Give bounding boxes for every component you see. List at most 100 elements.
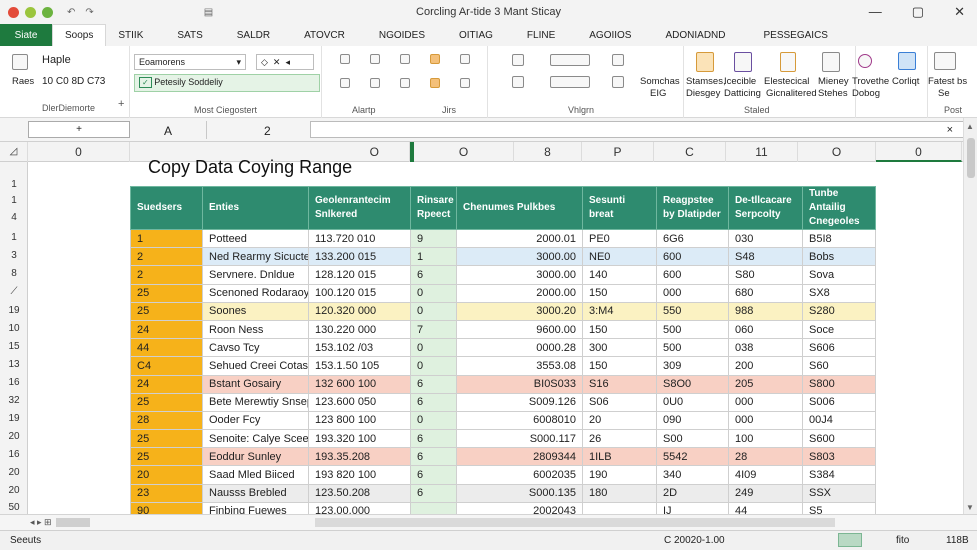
row-header[interactable]: 4	[0, 212, 28, 223]
col-header[interactable]: 8	[514, 142, 582, 162]
increase-decimal-icon[interactable]	[612, 76, 624, 88]
table-cell[interactable]: 20	[582, 410, 657, 431]
table-cell[interactable]: BI0S033	[456, 374, 583, 394]
row-header[interactable]: 50	[0, 502, 28, 513]
table-cell[interactable]: S8O0	[656, 374, 729, 394]
table-header-cell[interactable]: Sesunti breat	[582, 186, 657, 230]
table-cell[interactable]: S48	[728, 247, 803, 267]
align-bottom-icon[interactable]	[400, 54, 410, 64]
table-cell[interactable]: 6	[410, 265, 457, 285]
table-cell[interactable]: Bstant Gosairy	[202, 374, 309, 394]
table-cell[interactable]: 2809344	[456, 447, 583, 467]
table-cell[interactable]: S80	[728, 265, 803, 285]
row-header[interactable]: 32	[0, 395, 28, 406]
table-cell[interactable]: 249	[728, 483, 803, 503]
formula-close-icon[interactable]: ×	[947, 124, 953, 136]
expand-plus-icon[interactable]: +	[118, 98, 124, 110]
table-cell[interactable]: 128.120 015	[308, 265, 411, 285]
table-cell[interactable]: S16	[582, 374, 657, 394]
table-cell[interactable]: 180	[582, 483, 657, 503]
number-format-icon[interactable]	[512, 54, 524, 66]
table-cell[interactable]: 0U0	[656, 392, 729, 412]
font-size-row[interactable]: 10 C0 8D C73	[42, 76, 105, 88]
table-cell[interactable]: 00J4	[802, 410, 876, 431]
table-cell[interactable]: 28	[130, 410, 203, 431]
align-center-icon[interactable]	[370, 78, 380, 88]
table-cell[interactable]: Servnere. Dnldue	[202, 265, 309, 285]
table-header-cell[interactable]: Reagpstee by Dlatipder	[656, 186, 729, 230]
row-header[interactable]: 19	[0, 413, 28, 424]
table-cell[interactable]: Eoddur Sunley	[202, 447, 309, 467]
scroll-up-icon[interactable]: ▲	[966, 122, 974, 131]
align-right-icon[interactable]	[400, 78, 410, 88]
table-header-cell[interactable]: Suedsers	[130, 186, 203, 230]
table-cell[interactable]: 150	[582, 319, 657, 340]
table-cell[interactable]: 6	[410, 392, 457, 412]
row-header[interactable]: 3	[0, 250, 28, 261]
table-cell[interactable]: 4I09	[728, 465, 803, 485]
table-cell[interactable]: 9	[410, 228, 457, 249]
sheet-nav-icon[interactable]: ◂ ▸ ⊞	[30, 517, 52, 528]
table-cell[interactable]: Bete Merewtiy Snsep	[202, 392, 309, 412]
row-header[interactable]: 16	[0, 377, 28, 388]
table-cell[interactable]: 120.320 000	[308, 301, 411, 321]
table-cell[interactable]: 030	[728, 228, 803, 249]
table-cell[interactable]: 123 800 100	[308, 410, 411, 431]
table-cell[interactable]: 193 820 100	[308, 465, 411, 485]
table-cell[interactable]: 0	[410, 410, 457, 431]
table-cell[interactable]: 7	[410, 319, 457, 340]
table-cell[interactable]: 1	[410, 247, 457, 267]
scroll-down-icon[interactable]: ▼	[966, 503, 974, 512]
table-cell[interactable]: 0	[410, 338, 457, 358]
table-cell[interactable]: SX8	[802, 283, 876, 303]
row-header[interactable]: 16	[0, 449, 28, 460]
row-header[interactable]: 20	[0, 467, 28, 478]
scroll-thumb[interactable]	[967, 138, 975, 178]
table-cell[interactable]: 113.720 010	[308, 228, 411, 249]
minimize-icon[interactable]: —	[869, 4, 882, 20]
addins-icon[interactable]	[898, 52, 916, 70]
name-box[interactable]: +	[28, 121, 130, 138]
table-cell[interactable]: 25	[130, 301, 203, 321]
table-cell[interactable]: Scenoned Rodaraoy	[202, 283, 309, 303]
table-cell[interactable]: 25	[130, 447, 203, 467]
table-cell[interactable]: 309	[656, 356, 729, 376]
table-cell[interactable]: 0	[410, 356, 457, 376]
conditional-format-icon[interactable]	[696, 52, 714, 72]
table-cell[interactable]: 6002035	[456, 465, 583, 485]
table-cell[interactable]: 0	[410, 301, 457, 321]
extra-icon[interactable]	[934, 52, 956, 70]
table-cell[interactable]: Cavso Tcy	[202, 338, 309, 358]
formula-input[interactable]	[310, 121, 964, 138]
tab-10[interactable]: AGOIIOS	[577, 24, 643, 46]
col-header[interactable]: 0	[876, 142, 962, 162]
number-format-select[interactable]	[550, 54, 590, 66]
decimal-select[interactable]	[550, 76, 590, 88]
table-cell[interactable]: 1	[130, 228, 203, 249]
table-cell[interactable]: S000.135	[456, 483, 583, 503]
big-btn-5-l1[interactable]: Trovethe	[852, 76, 889, 88]
table-header-cell[interactable]: Tunbe Antailig Cnegeoles	[802, 186, 876, 230]
table-cell[interactable]: 6	[410, 483, 457, 503]
col-header[interactable]: P	[582, 142, 654, 162]
row-header[interactable]: 19	[0, 305, 28, 316]
table-cell[interactable]: Senoite: Calye Sceer	[202, 429, 309, 449]
table-cell[interactable]: 6008010	[456, 410, 583, 431]
table-cell[interactable]: 25	[130, 429, 203, 449]
table-cell[interactable]: 2	[130, 247, 203, 267]
col-header[interactable]: O	[414, 142, 514, 162]
table-cell[interactable]: 150	[582, 356, 657, 376]
row-header-icon[interactable]: ⟋	[0, 286, 28, 297]
row-header[interactable]: 8	[0, 268, 28, 279]
table-cell[interactable]: Sehued Creei Cotas	[202, 356, 309, 376]
zoom-label[interactable]: fito	[896, 535, 909, 546]
table-cell[interactable]: 0	[410, 283, 457, 303]
tab-4[interactable]: SATS	[165, 24, 214, 46]
table-cell[interactable]: SSX	[802, 483, 876, 503]
table-cell[interactable]: 9600.00	[456, 319, 583, 340]
table-cell[interactable]: 25	[130, 283, 203, 303]
table-cell[interactable]: Bobs	[802, 247, 876, 267]
table-cell[interactable]: 153.102 /03	[308, 338, 411, 358]
table-header-cell[interactable]: De-tllcacare Serpcolty	[728, 186, 803, 230]
table-cell[interactable]: Potteed	[202, 228, 309, 249]
